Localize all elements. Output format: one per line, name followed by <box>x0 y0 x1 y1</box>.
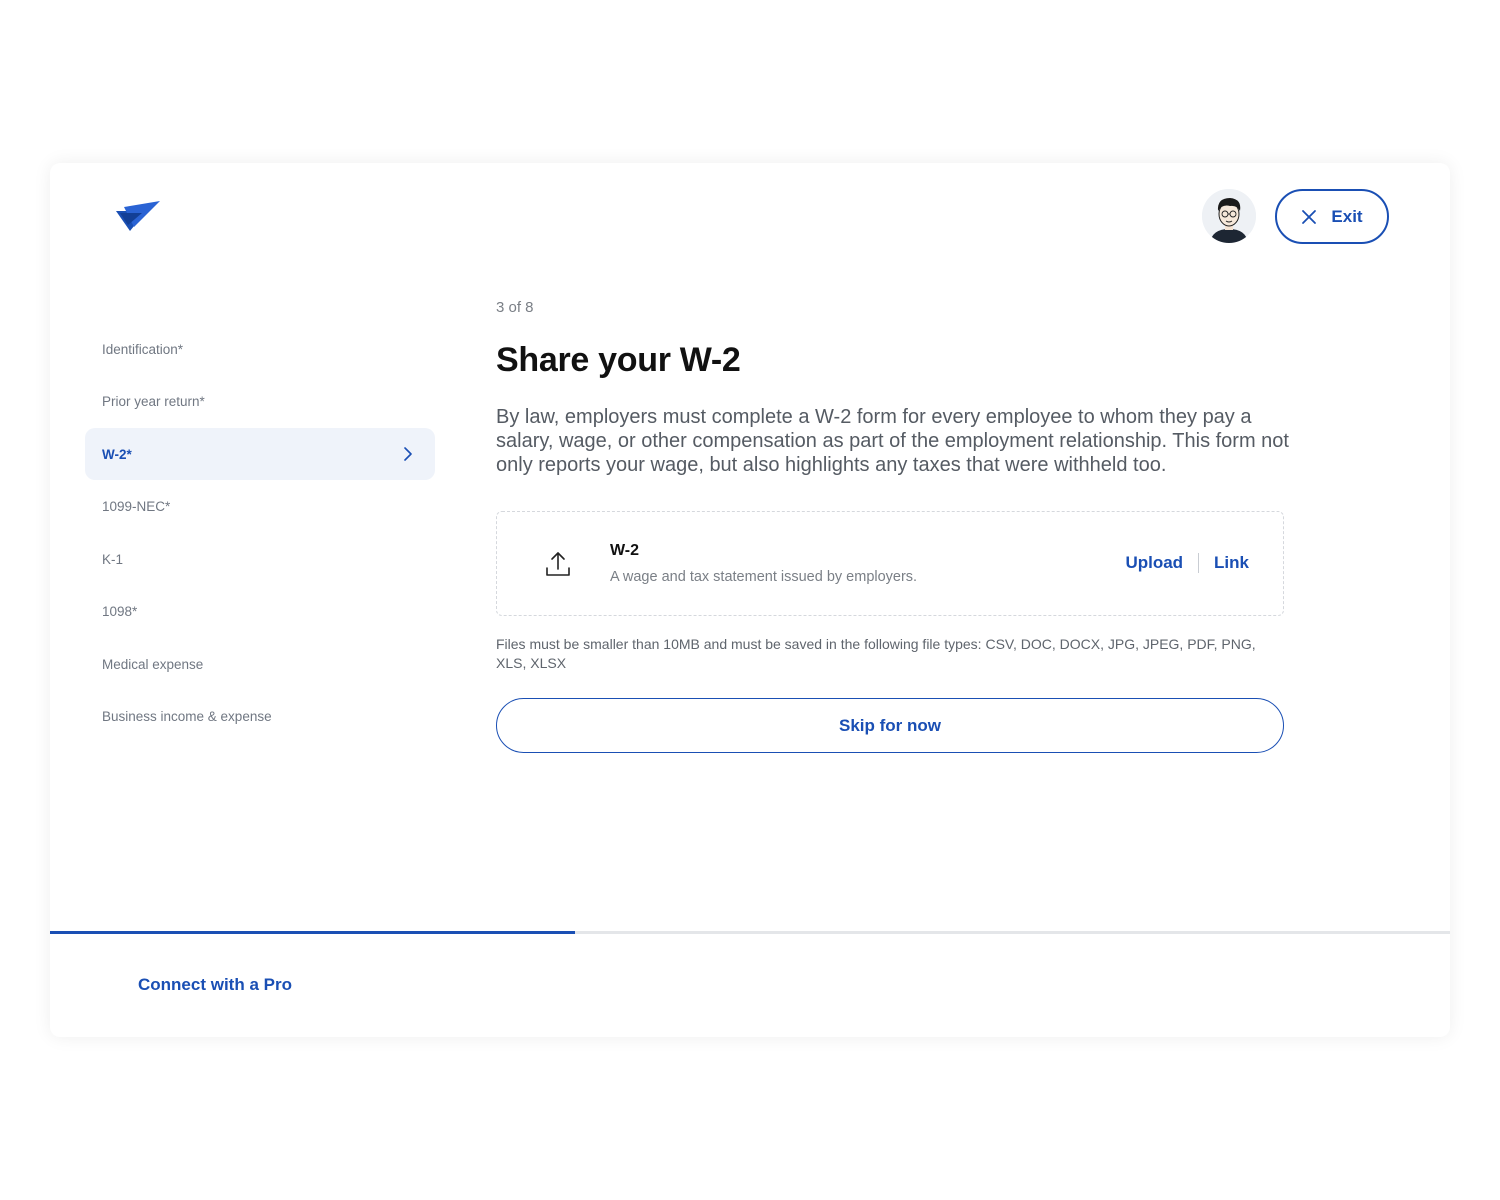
close-icon <box>1302 209 1317 224</box>
exit-label: Exit <box>1331 206 1363 226</box>
onboarding-card: Exit Identification* Prior year return* … <box>50 163 1450 1037</box>
skip-for-now-button[interactable]: Skip for now <box>496 698 1284 753</box>
file-requirements-note: Files must be smaller than 10MB and must… <box>496 636 1256 671</box>
brand-logo <box>116 201 160 231</box>
sidebar-item-1099-nec[interactable]: 1099-NEC* <box>85 481 435 533</box>
exit-button[interactable]: Exit <box>1275 189 1389 244</box>
step-counter: 3 of 8 <box>496 299 534 316</box>
sidebar-item-prior-year-return[interactable]: Prior year return* <box>85 376 435 428</box>
sidebar-item-medical-expense[interactable]: Medical expense <box>85 638 435 690</box>
upload-link[interactable]: Upload <box>1125 553 1183 573</box>
action-divider <box>1198 553 1200 573</box>
progress-bar <box>50 931 1450 934</box>
link-link[interactable]: Link <box>1214 553 1249 573</box>
progress-bar-fill <box>50 931 575 934</box>
document-description: A wage and tax statement issued by emplo… <box>610 569 918 585</box>
connect-with-pro-link[interactable]: Connect with a Pro <box>138 975 292 995</box>
chevron-right-icon <box>404 447 412 461</box>
step-sidebar: Identification* Prior year return* W-2* … <box>85 323 435 743</box>
document-upload-card: W-2 A wage and tax statement issued by e… <box>496 511 1284 616</box>
sidebar-item-label: Medical expense <box>102 656 204 672</box>
sidebar-item-label: 1098* <box>102 604 138 619</box>
user-avatar[interactable] <box>1202 189 1256 243</box>
page-description: By law, employers must complete a W-2 fo… <box>496 406 1289 476</box>
upload-icon <box>546 552 570 576</box>
sidebar-item-k1[interactable]: K-1 <box>85 533 435 585</box>
sidebar-item-label: 1099-NEC* <box>102 499 171 514</box>
sidebar-item-identification[interactable]: Identification* <box>85 323 435 375</box>
avatar-illustration <box>1202 189 1256 243</box>
sidebar-item-label: Prior year return* <box>102 394 205 409</box>
document-actions: Upload Link <box>1125 553 1249 573</box>
document-name: W-2 <box>610 542 640 559</box>
page-title: Share your W-2 <box>496 341 741 379</box>
sidebar-item-label: Identification* <box>102 341 184 357</box>
sidebar-item-1098[interactable]: 1098* <box>85 586 435 638</box>
sidebar-item-label: Business income & expense <box>102 709 272 724</box>
sidebar-item-business-income[interactable]: Business income & expense <box>85 691 435 743</box>
sidebar-item-label: K-1 <box>102 551 124 567</box>
sidebar-item-label: W-2* <box>102 446 132 462</box>
sidebar-item-w2[interactable]: W-2* <box>85 428 435 480</box>
